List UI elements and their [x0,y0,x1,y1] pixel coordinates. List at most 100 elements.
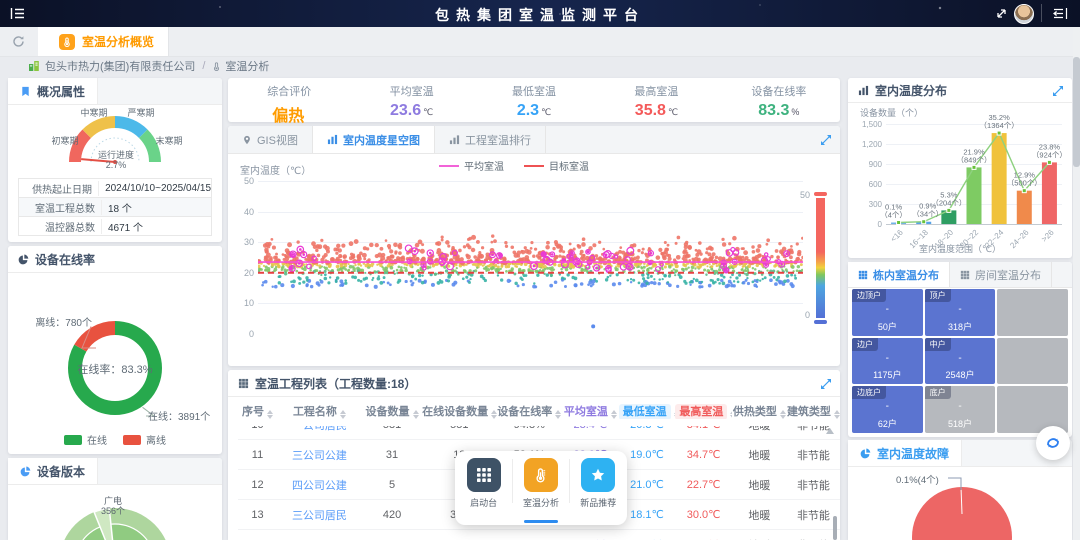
table-column-header[interactable]: 供热类型 [732,403,787,419]
project-link[interactable]: 四公司公建 [277,477,362,493]
pie-icon [860,448,871,459]
table-icon [238,378,249,389]
y-axis-title: 室内温度（℃） [240,162,311,177]
table-column-header[interactable]: 最高室温 [675,403,732,419]
legend-label: 目标室温 [549,158,589,173]
table-column-header[interactable]: 设备在线率 [497,403,563,419]
thermometer-icon [59,34,75,50]
dock-temp-analysis-button[interactable]: 室温分析 [515,458,567,525]
expand-icon[interactable] [820,377,832,389]
grid-icon [476,467,492,483]
legend-swatch [524,165,544,167]
grid-cell-middle[interactable]: 中户-2548户 [925,338,996,385]
legend-item[interactable]: 目标室温 [524,158,589,173]
expand-icon[interactable] [820,133,832,145]
fault-callout: 0.1%(4个) [896,472,939,486]
temp-fault-card: 室内温度故障 0.1%(4个) [848,440,1072,540]
grid-cell-bottom[interactable]: 底户-518户 [925,386,996,433]
grid-cell-edge[interactable]: 边户-1175户 [852,338,923,385]
stat-max-temp: 最高室温 35.8℃ [595,78,717,122]
table-column-header[interactable]: 平均室温 [562,403,619,419]
heating-period-gauge: 初寒期 中寒期 严寒期 末寒期 运行进度 2.7% [8,104,222,176]
gradient-handle-bottom[interactable] [814,320,827,324]
grid-cell-edge-bottom[interactable]: 边底户-62户 [852,386,923,433]
tab-label: 室温分析概览 [82,33,154,50]
gauge-label: 严寒期 [127,106,154,119]
tab-project-ranking[interactable]: 工程室温排行 [435,126,546,153]
grid-icon [858,270,868,280]
refresh-icon[interactable] [12,35,25,48]
table-column-header[interactable]: 最低室温 [619,403,676,419]
info-label: 供热起止日期 [19,181,99,196]
project-link[interactable]: 三公司居民 [277,507,362,523]
dock-launcher-button[interactable]: 启动台 [458,458,510,525]
avatar[interactable] [1014,4,1034,24]
legend-item[interactable]: 平均室温 [439,158,504,173]
x-axis-title: 室内温度范围（℃） [848,242,1072,255]
panel-toggle-icon[interactable] [1053,7,1068,20]
cell: 地暖 [732,447,787,463]
table-header-row: 序号 工程名称 设备数量 在线设备数量 设备在线率 平均室温 最低室温 最高室温… [238,396,840,426]
temperature-gradient-bar[interactable] [816,198,825,318]
legend-swatch [64,435,82,445]
tab-room-distribution[interactable]: 房间室温分布 [950,262,1052,287]
ranking-icon [449,134,460,145]
gauge-label: 末寒期 [155,134,182,147]
scroll-up-arrow[interactable] [826,428,834,434]
gradient-handle-top[interactable] [814,192,827,196]
grid-cell-empty[interactable] [997,289,1068,336]
project-link[interactable]: 四公司居民 [277,537,362,540]
building-temp-card: 栋内室温分布 房间室温分布 边顶户-50户 顶户-318户 边户-1175户 中… [848,262,1072,437]
breadcrumb: 包头市热力(集团)有限责任公司 / 室温分析 [28,56,269,76]
online-legend: 在线 离线 [8,432,222,447]
table-column-header[interactable]: 建筑类型 [787,403,840,419]
star-legend: 平均室温 目标室温 [228,158,800,173]
info-value: 18 个 [102,200,132,215]
table-column-header[interactable]: 序号 [238,403,277,419]
service-fab[interactable] [1036,426,1070,460]
cell: 地暖 [732,537,787,540]
dock-new-recommend-button[interactable]: 新品推荐 [572,458,624,525]
expand-icon[interactable] [1052,84,1064,96]
info-row: 室温工程总数18 个 [19,198,211,217]
table-column-header[interactable]: 工程名称 [277,403,362,419]
dashboard-page: 包热集团室温监测平台 室温分析概览 包头市热力(集团)有限责任公司 / [0,0,1080,540]
breadcrumb-company[interactable]: 包头市热力(集团)有限责任公司 [45,58,195,74]
scatter-canvas [258,181,803,334]
legend-label: 离线 [146,432,166,447]
grid-cell-empty[interactable] [997,338,1068,385]
building-tabs: 栋内室温分布 房间室温分布 [848,262,1072,288]
cell: 34.7℃ [675,448,732,461]
table-column-header[interactable]: 在线设备数量 [422,403,496,419]
fault-pie-canvas [848,466,1072,540]
chart-tabs: GIS视图 室内温度星空图 工程室温排行 [228,126,840,154]
thermometer-icon [212,61,221,72]
sort-icon [555,410,561,419]
table-row[interactable]: 14四公司居民62455288.5%24.5℃17.9℃35.8℃地暖非节能 [238,530,840,540]
tab-building-distribution[interactable]: 栋内室温分布 [848,262,950,287]
legend-swatch [123,435,141,445]
table-scrollbar-thumb[interactable] [833,516,837,540]
grid-cell-top[interactable]: 顶户-318户 [925,289,996,336]
tab-room-temp-overview[interactable]: 室温分析概览 [38,27,169,56]
legend-item[interactable]: 在线 [64,432,107,447]
page-scrollbar[interactable] [1073,27,1080,540]
fullscreen-icon[interactable] [995,7,1008,20]
grid-cell-edge-top[interactable]: 边顶户-50户 [852,289,923,336]
project-link[interactable]: 三公司公建 [277,447,362,463]
tab-gis-view[interactable]: GIS视图 [228,126,313,153]
cell: 地暖 [732,477,787,493]
offline-callout: 离线：780个 [26,314,92,329]
legend-item[interactable]: 离线 [123,432,166,447]
stat-min-temp: 最低室温 2.3℃ [473,78,595,122]
page-scrollbar-thumb[interactable] [1073,57,1080,167]
table-column-header[interactable]: 设备数量 [362,403,422,419]
legend-label: 平均室温 [464,158,504,173]
stat-overall-rating: 综合评价 偏热 [228,78,350,122]
dock-label: 新品推荐 [572,496,624,509]
tab-star-map[interactable]: 室内温度星空图 [313,126,435,153]
grid-icon [960,270,970,280]
sort-icon [780,410,786,419]
dock-label: 启动台 [458,496,510,509]
online-rate-center-label: 在线率：83.3% [8,361,222,377]
